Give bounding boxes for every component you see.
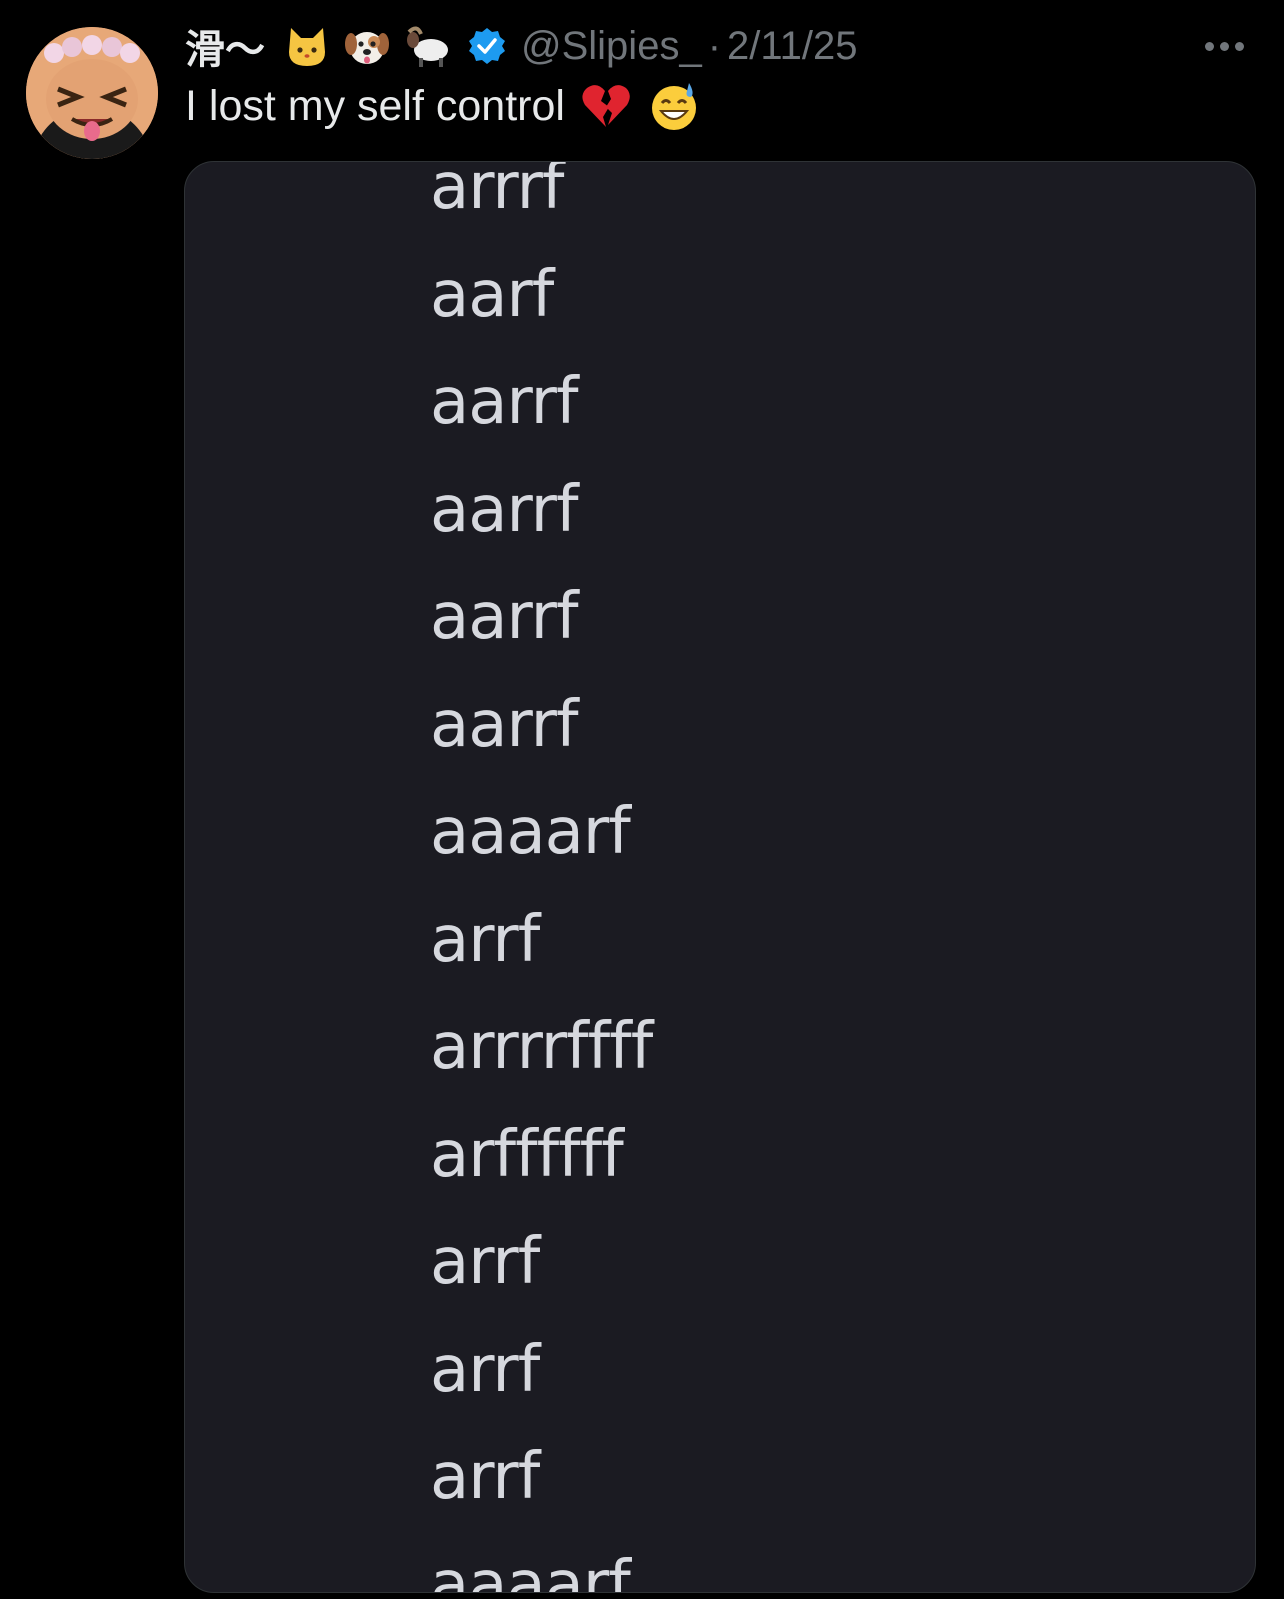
post-text-row: I lost my self control <box>185 76 701 136</box>
post-image[interactable]: arrrf aarf aarrf aarrf aarrf aarrf aaaarf arrf a… <box>184 161 1256 1593</box>
grinning-sweat-icon <box>647 79 701 133</box>
user-handle[interactable]: @Slipies_ <box>521 24 702 69</box>
post-text: I lost my self control <box>185 81 565 130</box>
cat-face-icon <box>283 22 331 70</box>
post-header: 滑〜 @Slipies_ · 2/11/25 <box>185 18 1264 74</box>
image-text-list: arrrf aarf aarrf aarrf aarrf aarrf aaaarf arrf a… <box>430 161 653 1593</box>
image-text-line: arrf <box>430 1332 540 1407</box>
image-text-line: aaaarf <box>430 795 631 869</box>
avatar[interactable] <box>26 27 158 159</box>
dog-face-icon <box>343 22 391 70</box>
broken-heart-icon <box>579 79 633 133</box>
post-date[interactable]: 2/11/25 <box>727 24 858 69</box>
image-text-line: aarf <box>430 257 554 332</box>
separator-dot: · <box>707 23 722 68</box>
image-text-line: arrf <box>430 902 540 977</box>
image-text-line: arrrf <box>430 161 564 224</box>
display-name[interactable]: 滑〜 <box>185 17 265 75</box>
image-text-line: aarrf <box>430 365 578 439</box>
more-options-button[interactable] <box>1198 26 1250 66</box>
verified-badge-icon <box>467 26 507 66</box>
image-text-line: aarrf <box>430 472 578 547</box>
image-text-line: arrf <box>430 1225 540 1299</box>
more-options-icon <box>1204 41 1214 51</box>
image-text-line: arrf <box>430 1440 540 1514</box>
image-text-line: arrrrffff <box>430 1010 653 1084</box>
image-text-line: aarrf <box>430 580 578 654</box>
avatar-icon <box>26 27 158 159</box>
image-text-line: aaaarf <box>430 1547 631 1593</box>
image-text-line: aarrf <box>430 687 578 762</box>
ram-icon <box>403 22 451 70</box>
image-text-line: arffffff <box>430 1117 624 1192</box>
